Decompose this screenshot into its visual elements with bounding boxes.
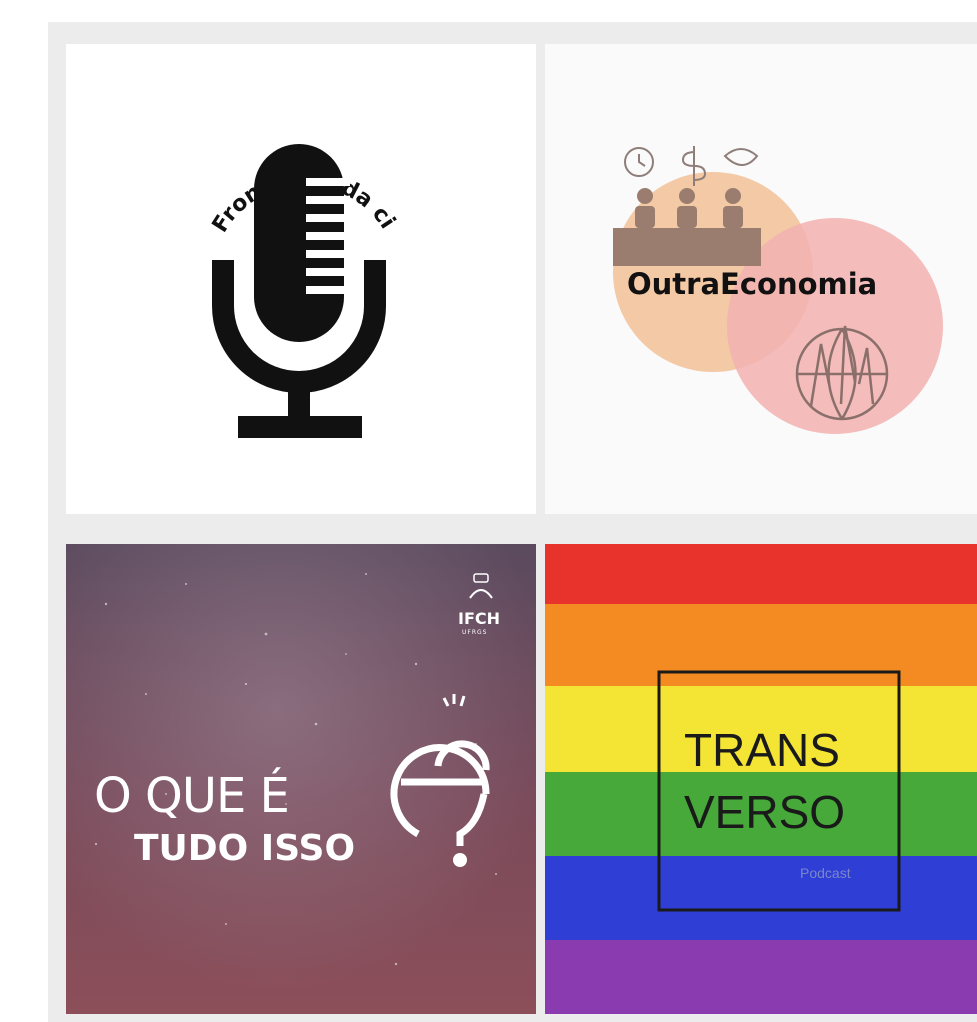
microphone-logo: Fronteiras da ciência [66,44,400,438]
tudo-isso-text: TUDO ISSO [134,828,355,869]
mic-stand-icon [288,379,310,419]
verso-text: VERSO [684,786,845,838]
transverso-cover: TRANS VERSO Podcast [545,544,977,1014]
podcast-card-fronteiras-da-ciencia[interactable]: Fronteiras da ciência [66,44,536,514]
trans-text: TRANS [684,724,840,776]
arc-title-text: Fronteiras da ciência [66,44,400,237]
mic-capsule-icon [254,144,344,342]
outra-economia-title: OutraEconomia [627,267,877,301]
podcast-subtitle: Podcast [800,865,851,881]
podcast-card-outra-economia[interactable]: OutraEconomia [545,44,977,514]
rainbow-flag-background [545,544,977,1014]
podcast-card-transverso[interactable]: TRANS VERSO Podcast [545,544,977,1014]
o-que-e-tudo-isso-cover: IFCH UFRGS O QUE É TUDO ISSO [66,544,536,1014]
ifch-badge-subtext: UFRGS [462,629,487,636]
ifch-badge-text: IFCH [458,609,500,628]
handshake-icon [723,148,759,166]
mic-base-icon [238,416,362,438]
podcast-card-o-que-e-tudo-isso[interactable]: IFCH UFRGS O QUE É TUDO ISSO [66,544,536,1014]
outra-economia-logo: OutraEconomia [613,146,943,434]
o-que-e-text: O QUE É [94,767,289,824]
question-dot-icon [453,853,467,867]
